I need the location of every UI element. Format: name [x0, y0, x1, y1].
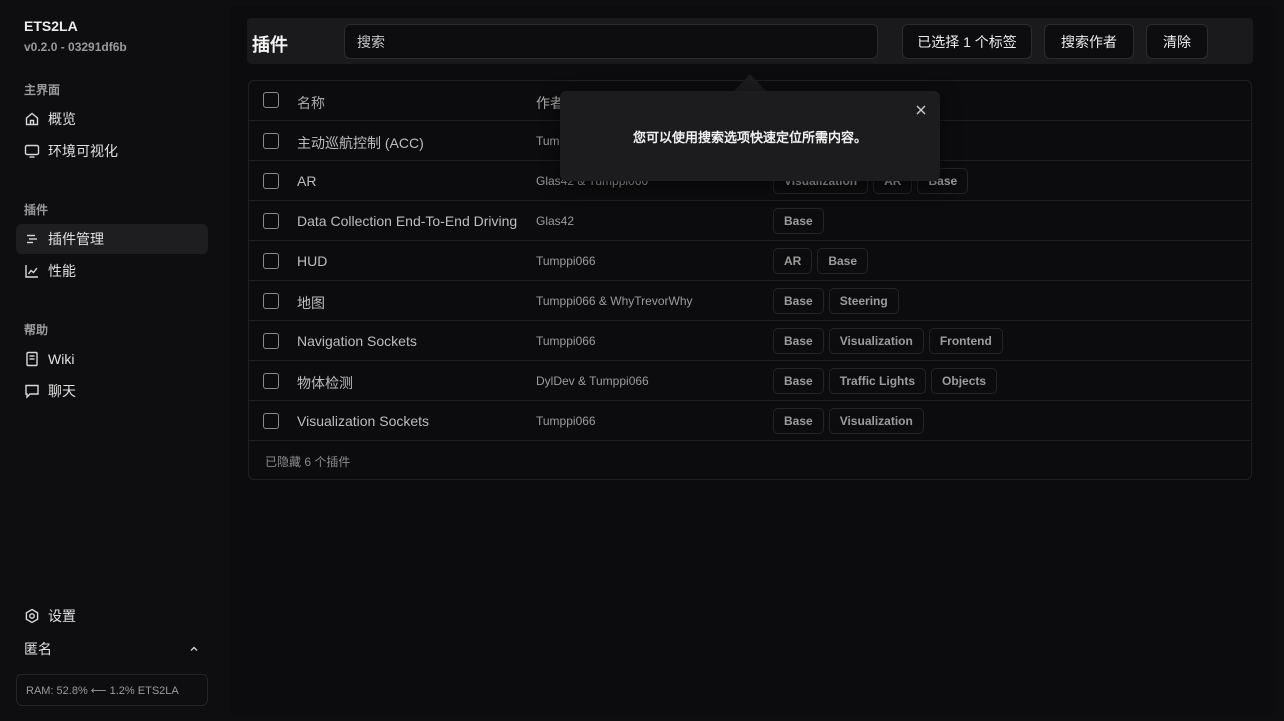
tag-badge[interactable]: Base	[773, 288, 824, 314]
tags-filter-button[interactable]: 已选择 1 个标签	[902, 24, 1032, 59]
plugin-author: Tumppi066	[536, 414, 596, 428]
tag-badge[interactable]: Frontend	[928, 328, 1003, 354]
app-title: ETS2LA	[24, 18, 78, 34]
sidebar-item-label: 性能	[48, 263, 76, 279]
sidebar-item-settings[interactable]: 设置	[16, 601, 208, 631]
plugin-name: 地图	[297, 295, 325, 311]
sidebar-item-performance[interactable]: 性能	[16, 256, 208, 286]
plugin-name: 主动巡航控制 (ACC)	[297, 135, 424, 151]
chart-icon	[25, 265, 38, 278]
popover-text: 您可以使用搜索选项快速定位所需内容。	[632, 130, 867, 145]
monitor-icon	[24, 144, 40, 158]
plugin-name: 物体检测	[297, 375, 353, 391]
book-icon	[26, 351, 38, 367]
plugin-name: AR	[297, 173, 317, 189]
table-row[interactable]: Data Collection End-To-End Driving Glas42…	[249, 201, 1251, 241]
tag-badge[interactable]: Steering	[828, 288, 899, 314]
plugin-tags: Base Visualization Frontend	[773, 328, 1003, 354]
sidebar-item-plugin-manager[interactable]: 插件管理	[16, 224, 208, 254]
tag-badge[interactable]: Traffic Lights	[828, 368, 927, 394]
home-icon	[25, 112, 39, 126]
sidebar-item-visualization[interactable]: 环境可视化	[16, 136, 208, 166]
tag-badge[interactable]: Base	[773, 208, 824, 234]
sidebar-item-label: 插件管理	[48, 231, 104, 247]
select-all-checkbox[interactable]	[263, 92, 279, 108]
account-label: 匿名	[24, 641, 52, 657]
plugin-author: Tumppi066	[536, 254, 596, 268]
row-checkbox[interactable]	[263, 413, 279, 429]
chat-icon	[25, 384, 39, 399]
plugin-name: Navigation Sockets	[297, 333, 417, 349]
hidden-plugins-note: 已隐藏 6 个插件	[265, 455, 351, 469]
tag-badge[interactable]: Base	[773, 408, 824, 434]
plugin-tags: AR Base	[773, 248, 869, 274]
tag-badge[interactable]: AR	[773, 248, 813, 274]
row-checkbox[interactable]	[263, 213, 279, 229]
row-checkbox[interactable]	[263, 173, 279, 189]
plugin-author: DylDev & Tumppi066	[536, 374, 649, 388]
close-icon[interactable]	[914, 103, 928, 117]
plugin-tags: Base Traffic Lights Objects	[773, 368, 998, 394]
section-label-plugins: 插件	[24, 203, 49, 217]
section-label-help: 帮助	[24, 323, 49, 337]
search-tip-popover: 您可以使用搜索选项快速定位所需内容。	[560, 91, 940, 181]
plugin-name: HUD	[297, 253, 328, 269]
popover-arrow	[734, 74, 766, 91]
ram-status: RAM: 52.8% ⟵ 1.2% ETS2LA	[16, 674, 208, 706]
plugin-author: Tumppi066	[536, 334, 596, 348]
row-checkbox[interactable]	[263, 133, 279, 149]
table-row[interactable]: HUD Tumppi066 AR Base	[249, 241, 1251, 281]
plugin-author: Tumppi066 & WhyTrevorWhy	[536, 294, 693, 308]
plugin-author: Glas42	[536, 214, 575, 228]
row-checkbox[interactable]	[263, 373, 279, 389]
sidebar-item-label: 概览	[48, 111, 76, 127]
sidebar-item-label: 设置	[48, 608, 76, 624]
table-row[interactable]: 地图 Tumppi066 & WhyTrevorWhy Base Steering	[249, 281, 1251, 321]
tag-badge[interactable]: Visualization	[828, 328, 924, 354]
table-row[interactable]: Navigation Sockets Tumppi066 Base Visualiza…	[249, 321, 1251, 361]
sidebar-item-chat[interactable]: 聊天	[16, 376, 208, 406]
plugin-tags: Base Visualization	[773, 408, 924, 434]
tag-badge[interactable]: Base	[817, 248, 869, 274]
row-checkbox[interactable]	[263, 333, 279, 349]
sidebar-item-label: 环境可视化	[48, 143, 118, 159]
sidebar-item-label: Wiki	[48, 351, 75, 367]
sidebar: ETS2LA v0.2.0 - 03291df6b 主界面 概览 环境可视化 插…	[0, 0, 224, 721]
table-row[interactable]: Visualization Sockets Tumppi066 Base Visual…	[249, 401, 1251, 441]
tag-badge[interactable]: Objects	[931, 368, 998, 394]
column-header-name: 名称	[297, 95, 325, 111]
plugin-tags: Base	[773, 208, 824, 234]
chevron-up-icon	[190, 646, 198, 651]
clear-button[interactable]: 清除	[1146, 24, 1208, 59]
search-author-button[interactable]: 搜索作者	[1044, 24, 1134, 59]
section-label-main: 主界面	[24, 83, 61, 97]
search-input[interactable]	[344, 24, 878, 59]
tag-badge[interactable]: Base	[773, 368, 824, 394]
gear-icon	[25, 608, 39, 624]
page-title: 插件	[252, 35, 288, 55]
row-checkbox[interactable]	[263, 293, 279, 309]
list-icon	[27, 234, 37, 244]
sidebar-item-wiki[interactable]: Wiki	[16, 344, 208, 374]
account-menu[interactable]: 匿名	[16, 634, 208, 664]
app-version: v0.2.0 - 03291df6b	[24, 40, 127, 54]
tag-badge[interactable]: Visualization	[828, 408, 924, 434]
plugin-tags: Base Steering	[773, 288, 899, 314]
plugin-name: Data Collection End-To-End Driving	[297, 213, 518, 229]
sidebar-item-label: 聊天	[48, 383, 76, 399]
tag-badge[interactable]: Base	[773, 328, 824, 354]
plugin-name: Visualization Sockets	[297, 413, 430, 429]
table-row[interactable]: 物体检测 DylDev & Tumppi066 Base Traffic Lights…	[249, 361, 1251, 401]
sidebar-item-overview[interactable]: 概览	[16, 104, 208, 134]
row-checkbox[interactable]	[263, 253, 279, 269]
